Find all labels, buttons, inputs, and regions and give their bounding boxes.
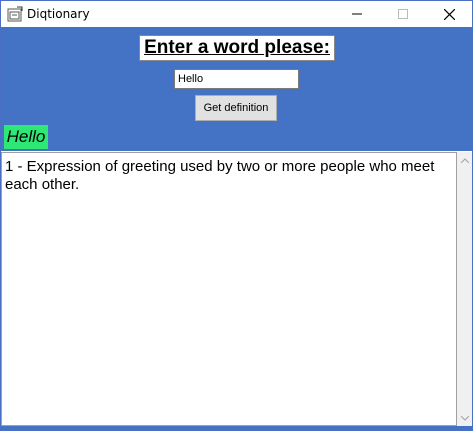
definition-text-area[interactable]: 1 - Expression of greeting used by two o… (1, 152, 457, 426)
vertical-scrollbar[interactable] (457, 152, 472, 426)
maximize-button[interactable] (380, 1, 426, 27)
definition-text: 1 - Expression of greeting used by two o… (5, 158, 435, 193)
chevron-down-icon (460, 415, 469, 421)
result-word-label: Hello (4, 125, 48, 149)
heading-box: Enter a word please: (139, 35, 335, 61)
minimize-button[interactable] (334, 1, 380, 27)
maximize-icon (398, 9, 408, 19)
chevron-up-icon (460, 157, 469, 163)
word-input[interactable] (174, 69, 299, 89)
input-panel: Enter a word please: Get definition Hell… (1, 27, 472, 151)
bottom-strip (1, 426, 472, 430)
minimize-icon (352, 13, 362, 15)
close-icon (443, 8, 455, 20)
close-button[interactable] (426, 1, 472, 27)
page-title: Enter a word please: (144, 37, 330, 58)
scroll-up-button[interactable] (457, 152, 472, 168)
get-definition-button[interactable]: Get definition (195, 95, 277, 121)
title-bar[interactable]: Diqtionary (1, 1, 472, 27)
window-title: Diqtionary (27, 7, 90, 21)
app-icon (7, 6, 23, 22)
scroll-down-button[interactable] (457, 410, 472, 426)
app-window: Diqtionary Enter a word please: Get defi… (0, 0, 473, 431)
